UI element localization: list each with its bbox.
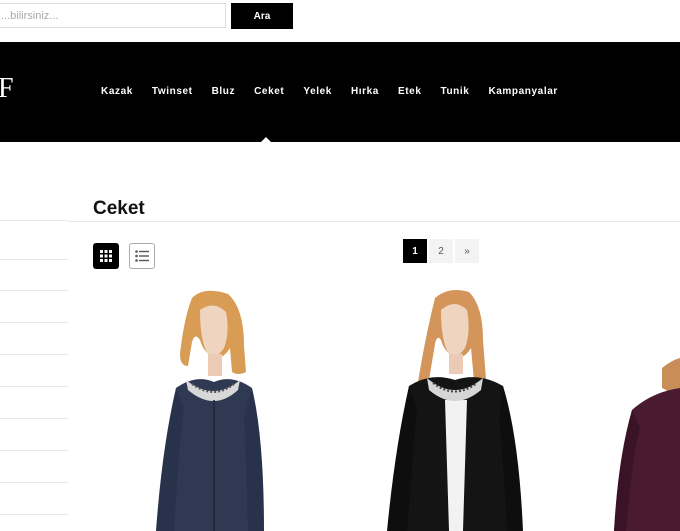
sidebar-divider <box>0 418 68 419</box>
active-nav-indicator <box>261 137 271 142</box>
sidebar-divider <box>0 450 68 451</box>
title-divider <box>68 221 680 222</box>
grid-icon <box>100 250 112 262</box>
product-image-navy-cardigan[interactable] <box>140 288 270 531</box>
sidebar-divider <box>0 482 68 483</box>
sidebar-divider <box>0 290 68 291</box>
site-logo[interactable]: F <box>0 73 14 105</box>
page-1-button[interactable]: 1 <box>403 239 427 263</box>
nav-item-kazak[interactable]: Kazak <box>101 86 133 97</box>
list-view-button[interactable] <box>129 243 155 269</box>
product-image-plum-cardigan[interactable] <box>612 288 680 531</box>
next-page-button[interactable]: » <box>455 239 479 263</box>
nav-item-yelek[interactable]: Yelek <box>303 86 332 97</box>
main-nav: Kazak Twinset Bluz Ceket Yelek Hırka Ete… <box>101 86 577 97</box>
nav-item-twinset[interactable]: Twinset <box>152 86 193 97</box>
list-icon <box>135 250 149 262</box>
page-title: Ceket <box>93 198 145 219</box>
sidebar-divider <box>0 514 68 515</box>
sidebar-divider <box>0 322 68 323</box>
nav-item-kampanyalar[interactable]: Kampanyalar <box>488 86 557 97</box>
sidebar-divider <box>0 386 68 387</box>
sidebar-divider <box>0 259 68 260</box>
nav-item-etek[interactable]: Etek <box>398 86 422 97</box>
sidebar-divider <box>0 220 68 221</box>
product-image-black-cardigan[interactable] <box>383 288 533 531</box>
nav-item-hirka[interactable]: Hırka <box>351 86 379 97</box>
search-button[interactable]: Ara <box>231 3 293 29</box>
search-input[interactable] <box>0 3 226 28</box>
pagination: 1 2 » <box>403 239 481 263</box>
main-navbar: F Kazak Twinset Bluz Ceket Yelek Hırka E… <box>0 42 680 142</box>
nav-item-bluz[interactable]: Bluz <box>212 86 236 97</box>
sidebar-divider <box>0 354 68 355</box>
nav-item-ceket[interactable]: Ceket <box>254 86 284 97</box>
grid-view-button[interactable] <box>93 243 119 269</box>
page-2-button[interactable]: 2 <box>429 239 453 263</box>
nav-item-tunik[interactable]: Tunik <box>441 86 470 97</box>
